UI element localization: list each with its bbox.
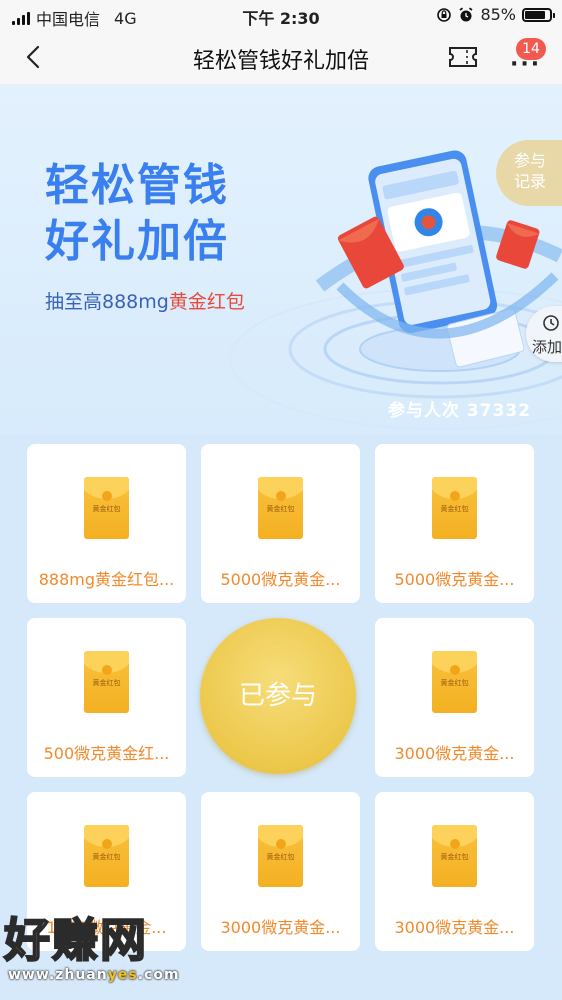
notification-badge: 14	[516, 38, 546, 60]
prize-label: 3000微克黄金...	[220, 918, 341, 937]
navigation-bar: 轻松管钱好礼加倍 ··· 14	[0, 32, 562, 84]
ticket-icon	[449, 47, 477, 67]
hero-subtitle: 抽至高888mg黄金红包	[45, 287, 245, 314]
battery-icon	[522, 7, 555, 22]
status-bar: 中国电信 4G 下午 2:30 85%	[0, 0, 562, 32]
envelope-text: 黄金红包	[266, 853, 295, 861]
prize-card[interactable]: 黄金红包 3000微克黄金...	[375, 618, 534, 777]
watermark-brand: 好赚网	[3, 912, 148, 968]
prize-card[interactable]: 黄金红包 3000微克黄金...	[201, 792, 360, 951]
envelope-text: 黄金红包	[440, 853, 469, 861]
subtitle-prefix: 抽至高888mg	[45, 291, 169, 313]
prize-label: 5000微克黄金...	[394, 570, 515, 589]
clock-icon	[543, 315, 559, 331]
more-button[interactable]: ··· 14	[506, 38, 546, 77]
prize-card[interactable]: 黄金红包 888mg黄金红包...	[27, 444, 186, 603]
orientation-lock-icon	[437, 7, 452, 22]
prize-label: 3000微克黄金...	[394, 744, 515, 763]
site-watermark: 好赚网 www.zhuanyes.com	[0, 910, 200, 990]
add-label: 添加	[532, 338, 562, 356]
subtitle-accent: 黄金红包	[168, 291, 245, 313]
hero-title-line1: 轻松管钱	[45, 160, 229, 211]
hero-title: 轻松管钱 好礼加倍	[45, 158, 229, 270]
prize-card[interactable]: 黄金红包 5000微克黄金...	[201, 444, 360, 603]
status-right: 85%	[436, 5, 555, 24]
gold-envelope-icon: 黄金红包	[432, 825, 477, 887]
gold-envelope-icon: 黄金红包	[84, 651, 129, 713]
ticket-button[interactable]	[448, 46, 478, 72]
record-label-line2: 记录	[514, 172, 547, 191]
envelope-text: 黄金红包	[92, 505, 121, 513]
watermark-url-part3: .com	[137, 967, 180, 983]
envelope-text: 黄金红包	[92, 679, 121, 687]
gold-envelope-icon: 黄金红包	[258, 477, 303, 539]
joined-button[interactable]: 已参与	[200, 618, 356, 774]
more-icon: ···	[510, 52, 542, 77]
envelope-text: 黄金红包	[440, 679, 469, 687]
gold-envelope-icon: 黄金红包	[258, 825, 303, 887]
hero-title-line2: 好礼加倍	[45, 216, 229, 267]
prize-label: 3000微克黄金...	[394, 918, 515, 937]
prize-card[interactable]: 黄金红包 3000微克黄金...	[375, 792, 534, 951]
watermark-url-part1: www.zhuan	[8, 967, 108, 983]
participant-count: 参与人次 37332	[388, 401, 532, 421]
participation-record-button[interactable]: 参与 记录	[496, 140, 562, 206]
gold-envelope-icon: 黄金红包	[432, 651, 477, 713]
gold-envelope-icon: 黄金红包	[84, 477, 129, 539]
watermark-url: www.zhuanyes.com	[8, 967, 180, 983]
gold-envelope-icon: 黄金红包	[84, 825, 129, 887]
envelope-text: 黄金红包	[266, 505, 295, 513]
prize-label: 500微克黄金红...	[43, 744, 170, 763]
prize-label: 5000微克黄金...	[220, 570, 341, 589]
battery-percent: 85%	[480, 5, 516, 24]
alarm-icon	[459, 6, 473, 21]
envelope-text: 黄金红包	[440, 505, 469, 513]
hero-banner: 轻松管钱 好礼加倍 抽至高888mg黄金红包 参与 记录 添加 参与人次 373…	[0, 84, 562, 434]
prize-card[interactable]: 黄金红包 5000微克黄金...	[375, 444, 534, 603]
envelope-text: 黄金红包	[92, 853, 121, 861]
prize-card[interactable]: 黄金红包 500微克黄金红...	[27, 618, 186, 777]
watermark-url-part2: yes	[107, 967, 138, 983]
gold-envelope-icon: 黄金红包	[432, 477, 477, 539]
record-label-line1: 参与	[514, 151, 547, 170]
prize-label: 888mg黄金红包...	[38, 570, 175, 589]
